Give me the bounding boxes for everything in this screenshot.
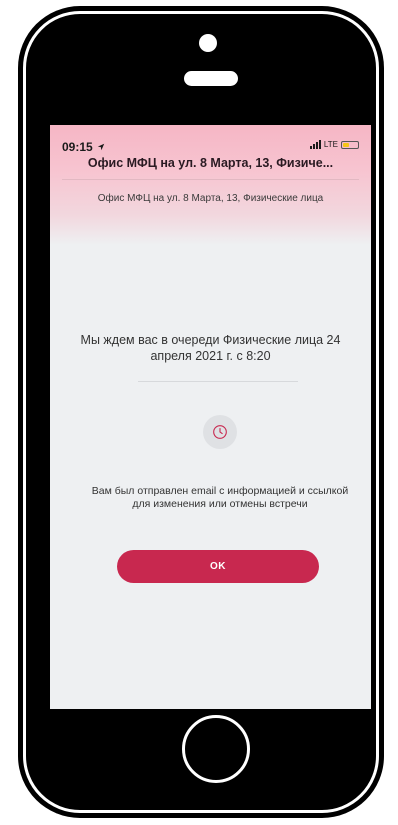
- clock-badge: [203, 415, 237, 449]
- queue-message: Мы ждем вас в очереди Физические лица 24…: [80, 333, 341, 363]
- page-subtitle: Офис МФЦ на ул. 8 Марта, 13, Физические …: [97, 193, 324, 204]
- status-time: 09:15: [62, 140, 105, 154]
- content-divider: [138, 381, 298, 382]
- camera-dot: [199, 34, 217, 52]
- battery-icon: [341, 140, 359, 149]
- signal-icon: [309, 140, 321, 149]
- speaker-slot: [184, 71, 238, 86]
- header-divider: [62, 179, 359, 180]
- app-screen: 09:15 LTE Офис МФЦ на ул. 8 Марта, 13, Ф…: [50, 125, 371, 709]
- network-type: LTE: [323, 140, 338, 149]
- status-indicators: LTE: [309, 140, 359, 149]
- ok-button[interactable]: OK: [117, 550, 319, 583]
- status-bar: 09:15 LTE: [50, 125, 371, 154]
- location-arrow-icon: [97, 143, 105, 151]
- email-note: Вам был отправлен email с информацией и …: [91, 485, 349, 510]
- home-button[interactable]: [182, 715, 250, 783]
- clock-icon: [213, 425, 227, 439]
- page-title: Офис МФЦ на ул. 8 Марта, 13, Физиче...: [87, 156, 334, 170]
- status-time-text: 09:15: [62, 140, 93, 154]
- battery-fill: [343, 142, 349, 147]
